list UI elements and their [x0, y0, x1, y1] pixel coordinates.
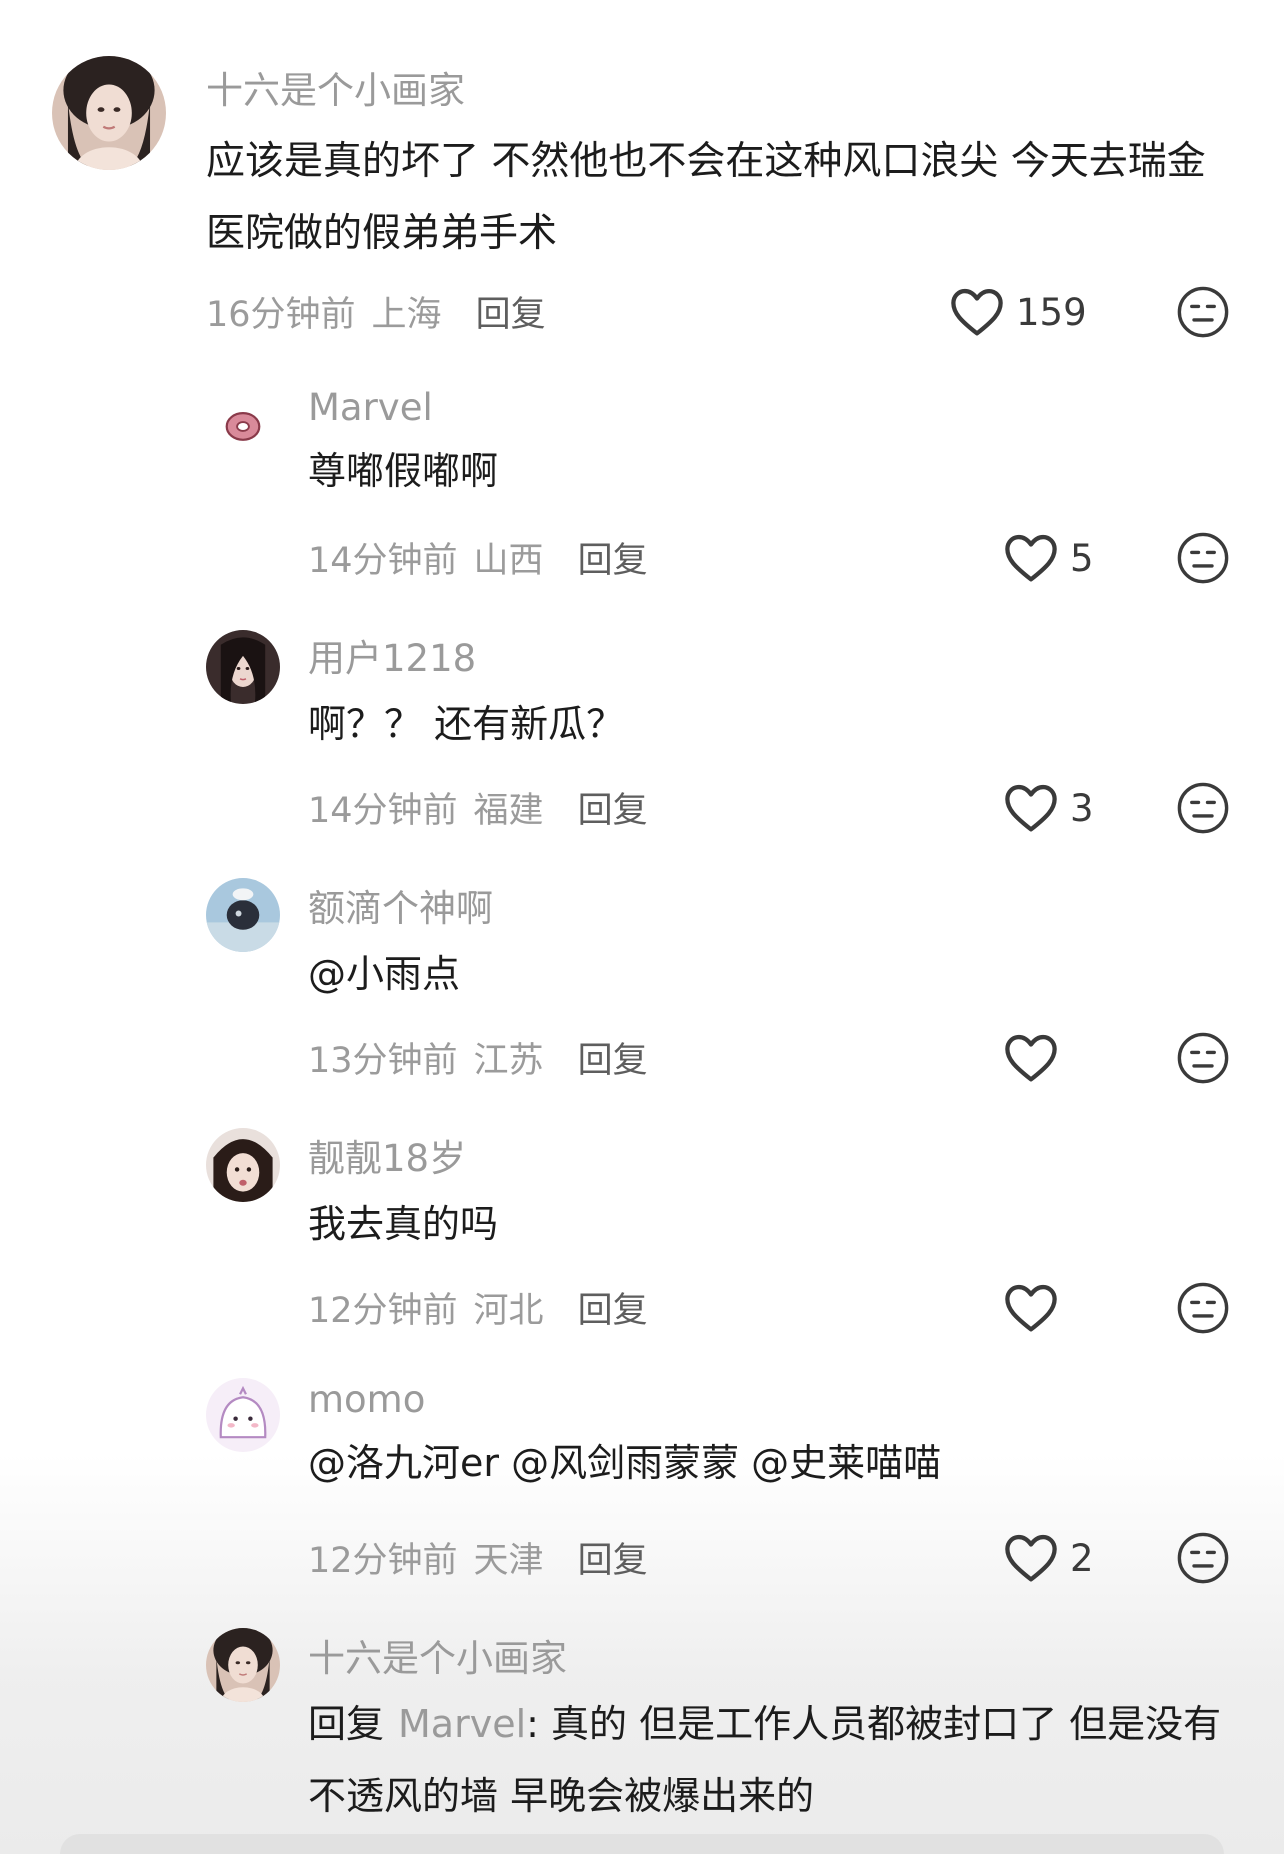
reply-time: 14分钟前 — [308, 790, 458, 831]
avatar[interactable] — [206, 1128, 280, 1202]
reply-time: 13分钟前 — [308, 1040, 458, 1081]
heart-outline-icon — [1005, 1284, 1057, 1332]
mention-link[interactable]: @小雨点 — [308, 952, 460, 996]
reply-text: 我去真的吗 — [308, 1202, 499, 1246]
avatar[interactable] — [52, 56, 166, 170]
reply-meta: 14分钟前 山西 回复 — [308, 532, 1284, 582]
reply-meta: 12分钟前 天津 回复 — [308, 1532, 1284, 1582]
reply-button[interactable]: 回复 — [476, 286, 546, 337]
reply-button[interactable]: 回复 — [578, 1532, 648, 1583]
comment-meta: 16分钟前 上海 回复 — [206, 286, 1284, 336]
neutral-face-icon — [1177, 286, 1229, 338]
reply-button[interactable]: 回复 — [578, 1032, 648, 1083]
neutral-face-icon — [1177, 782, 1229, 834]
dislike-button[interactable] — [1176, 1531, 1230, 1589]
avatar[interactable] — [206, 878, 280, 952]
like-button[interactable] — [1004, 1032, 1070, 1084]
reply-prefix: 回复 — [308, 1702, 385, 1746]
comment-text: 应该是真的坏了 不然他也不会在这种风口浪尖 今天去瑞金医院做的假弟弟手术 — [206, 139, 1206, 256]
like-button[interactable] — [1004, 1282, 1070, 1334]
reply-text: 尊嘟假嘟啊 — [308, 449, 499, 493]
comment-item: 十六是个小画家 应该是真的坏了 不然他也不会在这种风口浪尖 今天去瑞金医院做的假… — [0, 0, 1284, 338]
neutral-face-icon — [1177, 1532, 1229, 1584]
reply-item: Marvel 尊嘟假嘟啊 14分钟前 山西 回复 5 — [0, 370, 1284, 590]
like-count: 5 — [1070, 536, 1094, 580]
dislike-button[interactable] — [1176, 1281, 1230, 1339]
avatar[interactable] — [206, 1378, 280, 1452]
reply-username[interactable]: 额滴个神啊 — [308, 878, 1244, 932]
comment-location: 上海 — [371, 294, 442, 335]
avatar[interactable] — [206, 630, 280, 704]
reply-text: 啊？？ 还有新瓜？ — [308, 702, 625, 746]
reply-username[interactable]: Marvel — [308, 386, 1244, 429]
reply-time: 14分钟前 — [308, 540, 458, 581]
reply-meta: 14分钟前 福建 回复 — [308, 782, 1284, 832]
like-button[interactable]: 3 — [1004, 782, 1094, 834]
reply-time: 12分钟前 — [308, 1290, 458, 1331]
like-button[interactable]: 159 — [950, 286, 1087, 338]
heart-outline-icon — [1005, 534, 1057, 582]
comment-page: 十六是个小画家 应该是真的坏了 不然他也不会在这种风口浪尖 今天去瑞金医院做的假… — [0, 0, 1284, 1854]
like-count: 3 — [1070, 786, 1094, 830]
reply-item: 额滴个神啊 @小雨点 13分钟前 江苏 回复 — [0, 870, 1284, 1090]
dislike-button[interactable] — [1176, 781, 1230, 839]
dislike-button[interactable] — [1176, 531, 1230, 589]
heart-outline-icon — [1005, 784, 1057, 832]
comment-time: 16分钟前 — [206, 294, 356, 335]
neutral-face-icon — [1177, 532, 1229, 584]
heart-outline-icon — [951, 288, 1003, 336]
heart-outline-icon — [1005, 1034, 1057, 1082]
reply-button[interactable]: 回复 — [578, 532, 648, 583]
avatar[interactable] — [206, 1628, 280, 1702]
like-button[interactable]: 2 — [1004, 1532, 1094, 1584]
reply-meta: 12分钟前 河北 回复 — [308, 1282, 1284, 1332]
reply-username[interactable]: 用户1218 — [308, 628, 1244, 682]
reply-meta: 13分钟前 江苏 回复 — [308, 1032, 1284, 1082]
avatar[interactable] — [206, 388, 280, 462]
reply-target-username[interactable]: Marvel — [398, 1702, 526, 1746]
reply-location: 河北 — [473, 1290, 544, 1331]
neutral-face-icon — [1177, 1032, 1229, 1084]
reply-username[interactable]: momo — [308, 1378, 1244, 1421]
reply-text: @小雨点 — [308, 938, 1244, 1010]
reply-button[interactable]: 回复 — [578, 1282, 648, 1333]
mention-links[interactable]: @洛九河er @风剑雨蒙蒙 @史莱喵喵 — [308, 1441, 941, 1485]
reply-item: 用户1218 啊？？ 还有新瓜？ 14分钟前 福建 回复 3 — [0, 620, 1284, 840]
dislike-button[interactable] — [1176, 1031, 1230, 1089]
neutral-face-icon — [1177, 1282, 1229, 1334]
reply-time: 12分钟前 — [308, 1540, 458, 1581]
reply-item: momo @洛九河er @风剑雨蒙蒙 @史莱喵喵 12分钟前 天津 回复 2 — [0, 1370, 1284, 1590]
reply-item: 十六是个小画家 回复 Marvel: 真的 但是工作人员都被封口了 但是没有不透风… — [0, 1620, 1284, 1854]
like-count: 2 — [1070, 1536, 1094, 1580]
comment-username[interactable]: 十六是个小画家 — [206, 60, 1244, 114]
reply-text: 回复 Marvel: 真的 但是工作人员都被封口了 但是没有不透风的墙 早晚会被爆… — [308, 1688, 1244, 1832]
reply-location: 福建 — [473, 790, 544, 831]
like-button[interactable]: 5 — [1004, 532, 1094, 584]
reply-location: 江苏 — [473, 1040, 544, 1081]
dislike-button[interactable] — [1176, 285, 1230, 343]
reply-location: 天津 — [473, 1540, 544, 1581]
reply-text: @洛九河er @风剑雨蒙蒙 @史莱喵喵 — [308, 1427, 1244, 1499]
heart-outline-icon — [1005, 1534, 1057, 1582]
reply-location: 山西 — [473, 540, 544, 581]
like-count: 159 — [1016, 290, 1087, 334]
reply-button[interactable]: 回复 — [578, 782, 648, 833]
reply-username[interactable]: 十六是个小画家 — [308, 1628, 1244, 1682]
reply-username[interactable]: 靓靓18岁 — [308, 1128, 1244, 1182]
reply-item: 靓靓18岁 我去真的吗 12分钟前 河北 回复 — [0, 1120, 1284, 1340]
